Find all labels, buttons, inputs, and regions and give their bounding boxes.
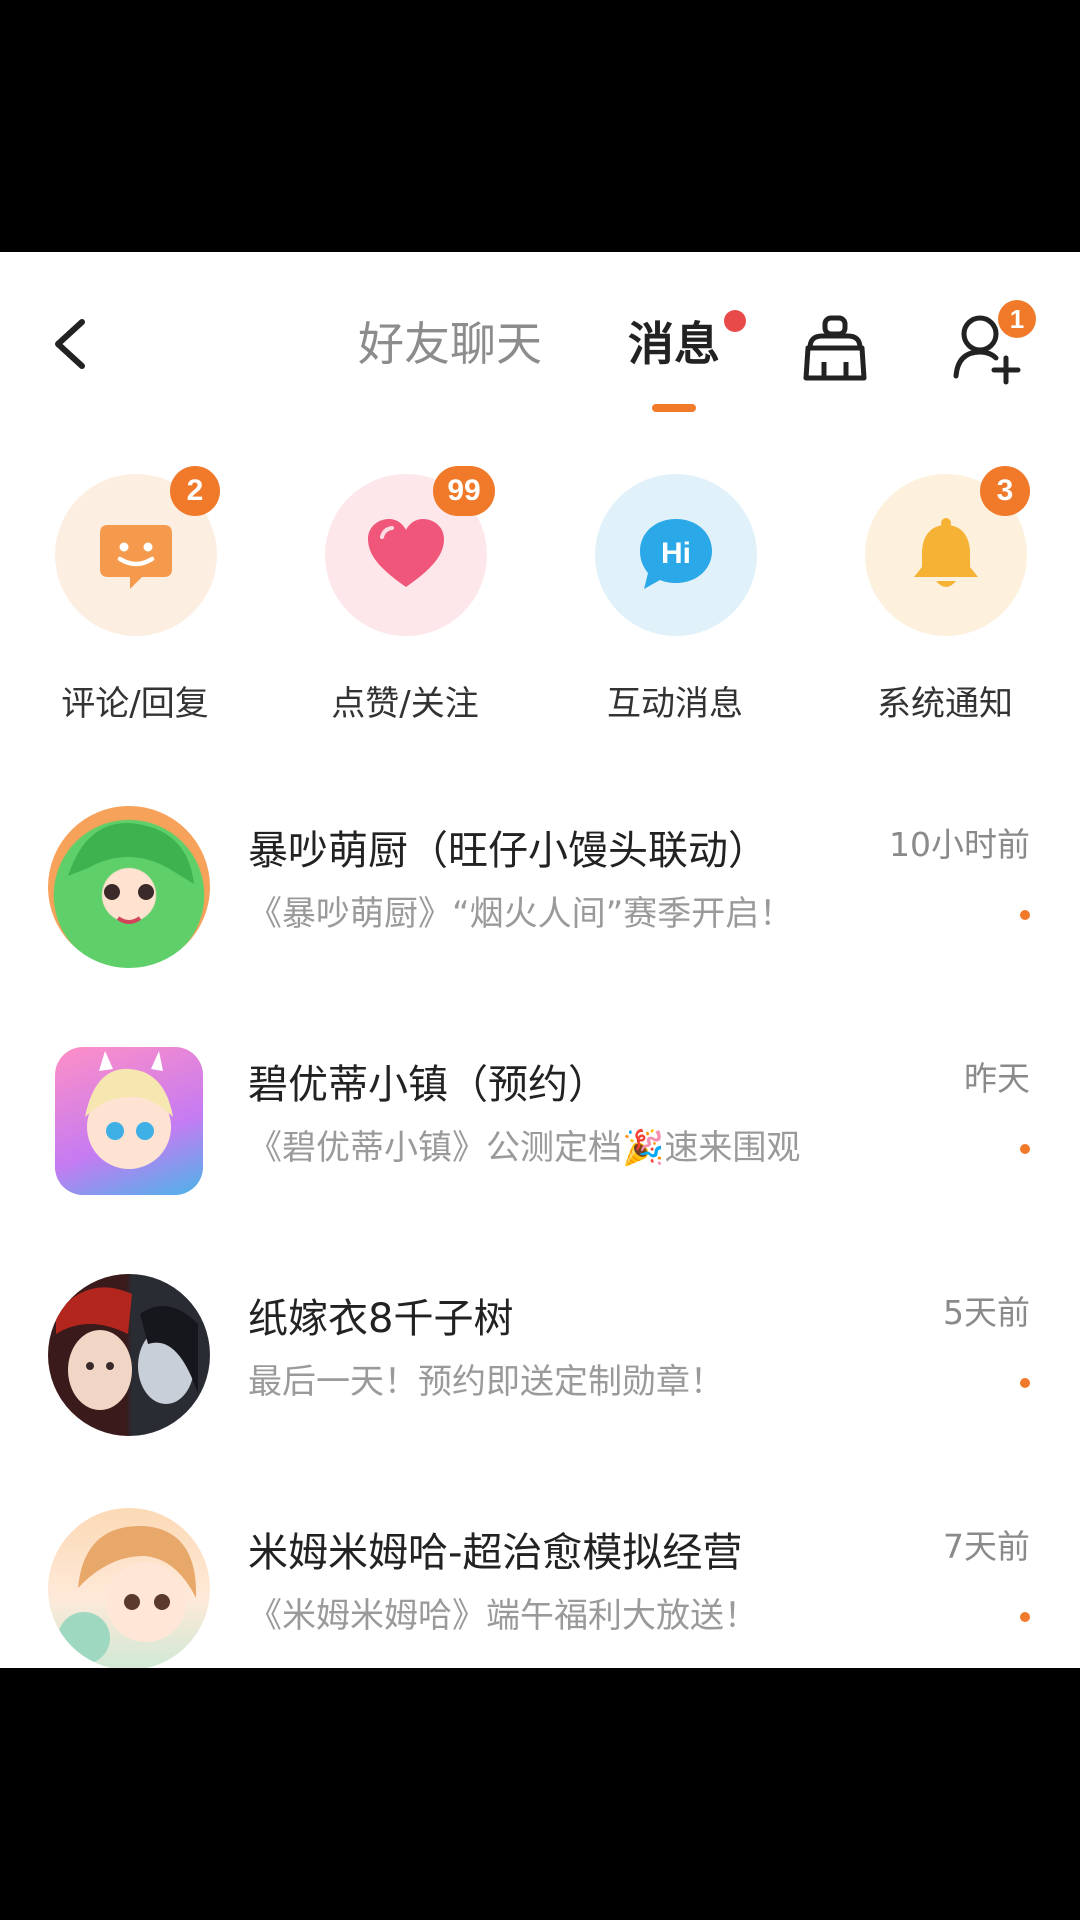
category-badge: 99	[433, 466, 495, 516]
item-time: 7天前	[943, 1527, 1030, 1566]
category-interactions[interactable]: Hi 互动消息	[575, 474, 775, 744]
unread-dot	[1020, 1378, 1030, 1388]
add-friend-button[interactable]: 1	[950, 300, 1036, 390]
item-subtitle: 《米姆米姆哈》端午福利大放送！	[248, 1596, 758, 1636]
comment-face-icon	[100, 525, 172, 589]
heart-icon	[368, 519, 444, 587]
category-system-notifications[interactable]: 3 系统通知	[845, 466, 1045, 744]
message-center-screen: 好友聊天 消息 1 2 评论/回复 99 点赞/关注 Hi 互动消息 3 系统通…	[0, 252, 1080, 1668]
category-label: 点赞/关注	[331, 684, 479, 724]
back-button[interactable]	[48, 314, 98, 374]
svg-text:Hi: Hi	[661, 537, 691, 570]
category-likes-follows[interactable]: 99 点赞/关注	[305, 466, 505, 744]
list-item[interactable]: 米姆米姆哈-超治愈模拟经营 《米姆米姆哈》端午福利大放送！ 7天前	[0, 1508, 1080, 1668]
item-title: 碧优蒂小镇（预约）	[248, 1062, 608, 1108]
game-avatar-image	[58, 1525, 197, 1664]
broom-icon	[803, 315, 867, 381]
bell-icon	[914, 518, 978, 587]
top-bar: 好友聊天 消息 1	[0, 252, 1080, 422]
item-time: 5天前	[943, 1293, 1030, 1332]
category-comments-replies[interactable]: 2 评论/回复	[35, 466, 235, 744]
tab-messages[interactable]: 消息	[628, 314, 720, 374]
avatar	[48, 1274, 210, 1436]
game-avatar-image	[68, 823, 194, 924]
item-time: 昨天	[964, 1059, 1030, 1098]
category-label: 互动消息	[607, 684, 743, 724]
avatar	[48, 806, 210, 968]
item-time: 10小时前	[889, 825, 1030, 864]
tab-friend-chat[interactable]: 好友聊天	[358, 314, 542, 374]
list-item[interactable]: 碧优蒂小镇（预约） 《碧优蒂小镇》公测定档🎉速来围观 昨天	[0, 1040, 1080, 1240]
hi-bubble-icon: Hi	[640, 519, 712, 589]
item-subtitle: 最后一天！预约即送定制勋章！	[248, 1362, 724, 1402]
game-avatar-image	[56, 1287, 198, 1410]
unread-dot	[1020, 1612, 1030, 1622]
item-title: 纸嫁衣8千子树	[248, 1296, 514, 1342]
add-friend-badge: 1	[998, 300, 1036, 338]
category-badge: 3	[980, 466, 1030, 516]
unread-dot	[1020, 1144, 1030, 1154]
active-tab-indicator	[652, 404, 696, 412]
category-icon-bg: Hi	[595, 474, 757, 636]
avatar	[48, 1508, 210, 1668]
game-avatar-image	[85, 1051, 173, 1169]
list-item[interactable]: 纸嫁衣8千子树 最后一天！预约即送定制勋章！ 5天前	[0, 1274, 1080, 1474]
unread-dot	[1020, 910, 1030, 920]
item-title: 米姆米姆哈-超治愈模拟经营	[248, 1530, 743, 1576]
category-label: 评论/回复	[61, 684, 209, 724]
item-subtitle: 《暴吵萌厨》“烟火人间”赛季开启！	[248, 894, 794, 934]
category-badge: 2	[170, 466, 220, 516]
list-item[interactable]: 暴吵萌厨（旺仔小馒头联动） 《暴吵萌厨》“烟火人间”赛季开启！ 10小时前	[0, 806, 1080, 1006]
category-label: 系统通知	[877, 684, 1013, 724]
clear-unread-button[interactable]	[800, 314, 870, 384]
item-title: 暴吵萌厨（旺仔小馒头联动）	[248, 828, 768, 874]
avatar	[55, 1047, 203, 1195]
item-subtitle: 《碧优蒂小镇》公测定档🎉速来围观	[248, 1128, 801, 1168]
tab-messages-unread-dot	[724, 310, 746, 332]
chevron-left-icon	[55, 319, 85, 369]
